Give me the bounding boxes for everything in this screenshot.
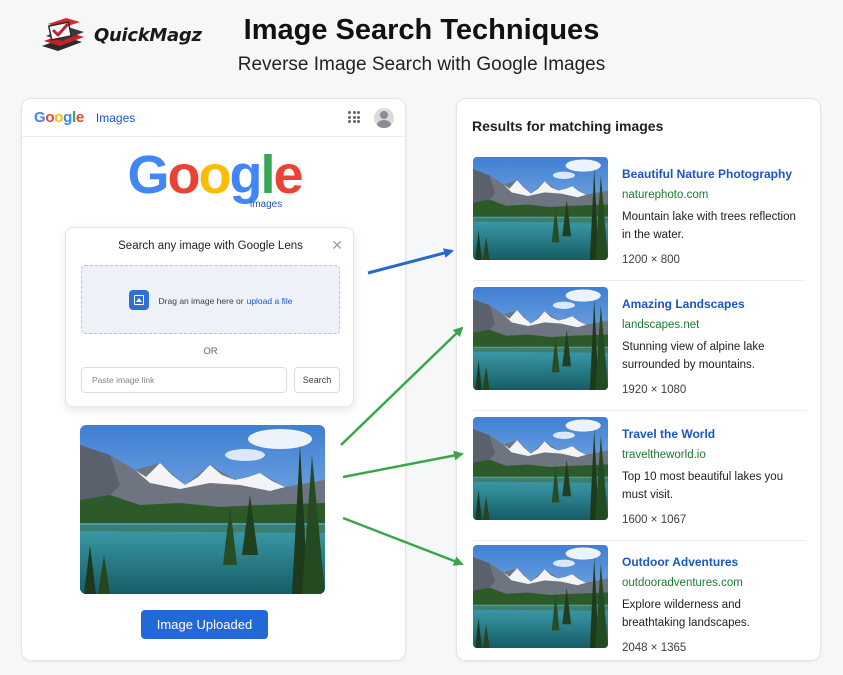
- results-heading: Results for matching images: [472, 118, 664, 134]
- result-dimensions: 1600 × 1067: [622, 514, 687, 526]
- result-thumbnail[interactable]: [473, 417, 608, 520]
- page-subtitle: Reverse Image Search with Google Images: [237, 54, 606, 75]
- apps-grid-icon[interactable]: [348, 111, 360, 123]
- google-logo: Google: [127, 145, 303, 205]
- upload-file-link[interactable]: upload a file: [247, 296, 293, 306]
- google-logo-images-label: images: [250, 199, 283, 210]
- result-description: Stunning view of alpine lake surrounded …: [622, 341, 765, 371]
- image-uploaded-button[interactable]: Image Uploaded: [141, 610, 268, 639]
- result-dimensions: 1200 × 800: [622, 254, 680, 266]
- result-description: Explore wilderness and breathtaking land…: [622, 599, 750, 629]
- image-drop-zone[interactable]: Drag an image here or upload a file: [81, 265, 340, 334]
- close-icon[interactable]: ✕: [331, 237, 343, 254]
- result-description: Mountain lake with trees reflection in t…: [622, 211, 796, 241]
- result-site[interactable]: outdooradventures.com: [622, 577, 743, 589]
- google-small-logo[interactable]: Google: [34, 109, 84, 126]
- result-site[interactable]: naturephoto.com: [622, 189, 708, 201]
- images-link[interactable]: Images: [96, 111, 135, 125]
- result-title[interactable]: Beautiful Nature Photography: [622, 167, 792, 181]
- lens-dialog-title: Search any image with Google Lens: [118, 240, 303, 252]
- result-title[interactable]: Travel the World: [622, 427, 715, 441]
- result-title[interactable]: Outdoor Adventures: [622, 555, 738, 569]
- image-link-input[interactable]: [81, 367, 287, 393]
- result-item[interactable]: Travel the World traveltheworld.io Top 1…: [471, 417, 808, 541]
- result-thumbnail[interactable]: [473, 545, 608, 648]
- result-item[interactable]: Amazing Landscapes landscapes.net Stunni…: [471, 287, 808, 411]
- result-thumbnail[interactable]: [473, 287, 608, 390]
- result-description: Top 10 most beautiful lakes you must vis…: [622, 471, 784, 501]
- result-dimensions: 1920 × 1080: [622, 384, 687, 396]
- result-site[interactable]: traveltheworld.io: [622, 449, 706, 461]
- results-panel: Results for matching images Beautiful Na…: [456, 98, 821, 661]
- image-upload-icon: [128, 289, 149, 310]
- uploaded-image: [80, 425, 325, 594]
- result-title[interactable]: Amazing Landscapes: [622, 297, 745, 311]
- result-site[interactable]: landscapes.net: [622, 319, 699, 331]
- page-title: Image Search Techniques: [243, 14, 600, 46]
- drop-zone-text: Drag an image here or: [158, 295, 244, 306]
- result-dimensions: 2048 × 1365: [622, 642, 687, 654]
- result-item[interactable]: Outdoor Adventures outdooradventures.com…: [471, 545, 808, 669]
- google-lens-dialog: Search any image with Google Lens ✕ Drag…: [65, 227, 354, 407]
- or-divider: OR: [203, 346, 218, 357]
- account-icon[interactable]: [374, 108, 394, 128]
- result-item[interactable]: Beautiful Nature Photography naturephoto…: [471, 157, 808, 281]
- google-images-panel: Google Images Google images Search any i…: [21, 98, 406, 661]
- result-thumbnail[interactable]: [473, 157, 608, 260]
- search-button[interactable]: Search: [294, 367, 340, 393]
